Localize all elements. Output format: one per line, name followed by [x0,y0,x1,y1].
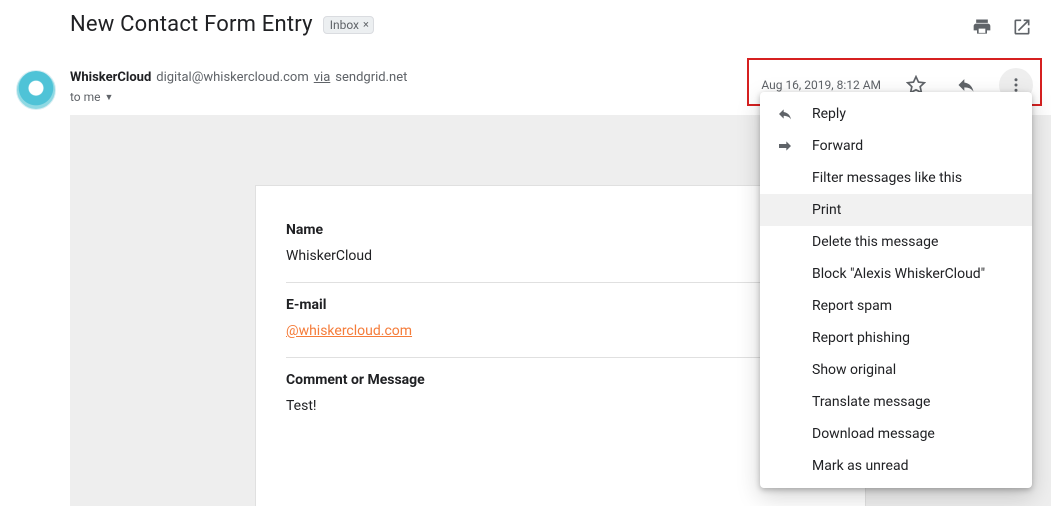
menu-item-label: Reply [812,106,846,122]
menu-item-label: Delete this message [812,234,938,250]
chevron-down-icon: ▼ [105,92,114,103]
sender-email: digital@whiskercloud.com [156,70,308,85]
menu-item-label: Block "Alexis WhiskerCloud" [812,266,985,282]
menu-item-reply[interactable]: Reply [760,98,1032,130]
menu-item-filter-messages-like-this[interactable]: Filter messages like this [760,162,1032,194]
sender-avatar [16,70,56,110]
menu-item-report-spam[interactable]: Report spam [760,290,1032,322]
field-comment-label: Comment or Message [286,372,835,388]
menu-item-label: Show original [812,362,896,378]
label-chip-inbox[interactable]: Inbox × [323,16,374,34]
menu-item-mark-as-unread[interactable]: Mark as unread [760,450,1032,482]
menu-item-show-original[interactable]: Show original [760,354,1032,386]
via-label: via [314,70,331,85]
message-timestamp: Aug 16, 2019, 8:12 AM [761,78,883,92]
menu-item-block-alexis-whiskercloud[interactable]: Block "Alexis WhiskerCloud" [760,258,1032,290]
email-subject: New Contact Form Entry [70,12,313,37]
menu-item-label: Report spam [812,298,892,314]
label-chip-remove-icon[interactable]: × [363,18,369,31]
sender-line: WhiskerCloud digital@whiskercloud.com vi… [70,70,407,85]
menu-item-delete-this-message[interactable]: Delete this message [760,226,1032,258]
menu-item-print[interactable]: Print [760,194,1032,226]
field-comment-value: Test! [286,398,835,414]
field-name-value: WhiskerCloud [286,248,835,264]
menu-item-label: Mark as unread [812,458,908,474]
field-email-label: E-mail [286,297,835,313]
forward-icon [776,138,794,154]
recipient-summary-text: to me [70,90,101,104]
open-new-window-icon[interactable] [1011,16,1033,38]
label-chip-text: Inbox [330,18,359,32]
menu-item-label: Filter messages like this [812,170,962,186]
menu-item-label: Translate message [812,394,930,410]
menu-item-label: Print [812,202,841,218]
via-domain: sendgrid.net [335,70,407,85]
sender-name: WhiskerCloud [70,70,151,85]
print-all-icon[interactable] [971,16,993,38]
menu-item-report-phishing[interactable]: Report phishing [760,322,1032,354]
field-name-label: Name [286,222,835,238]
menu-item-label: Report phishing [812,330,910,346]
menu-item-translate-message[interactable]: Translate message [760,386,1032,418]
menu-item-forward[interactable]: Forward [760,130,1032,162]
menu-item-download-message[interactable]: Download message [760,418,1032,450]
menu-item-label: Forward [812,138,863,154]
reply-icon [776,106,794,122]
more-actions-menu: Reply Forward Filter messages like this Pri… [760,92,1032,488]
recipient-toggle[interactable]: to me ▼ [70,90,113,104]
menu-item-label: Download message [812,426,935,442]
field-email-link[interactable]: @whiskercloud.com [286,323,835,339]
